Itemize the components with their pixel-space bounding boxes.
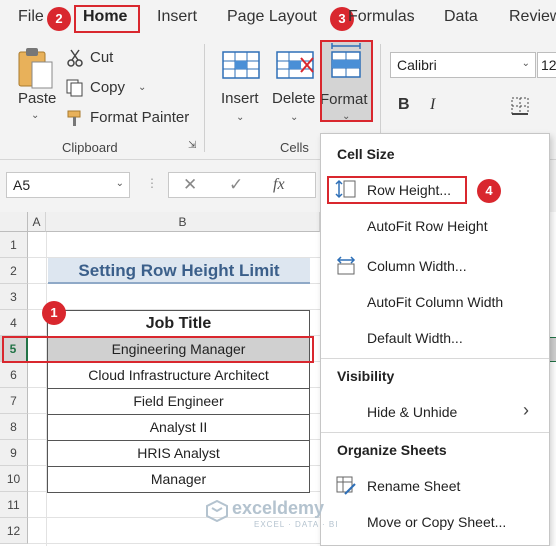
- paintbrush-icon: [67, 110, 81, 126]
- bold-button[interactable]: B: [398, 96, 410, 114]
- job-title-cell[interactable]: Manager: [47, 466, 310, 493]
- cancel-formula-icon[interactable]: ✕: [183, 175, 197, 195]
- scissors-icon: [67, 49, 83, 67]
- borders-icon[interactable]: [510, 96, 530, 116]
- insert-cells-button[interactable]: Insert ⌄: [218, 46, 264, 128]
- dialog-launcher-icon[interactable]: ⇲: [188, 140, 196, 151]
- enter-formula-icon[interactable]: ✓: [229, 175, 243, 195]
- name-box-value: A5: [13, 177, 31, 193]
- row-header[interactable]: 2: [0, 258, 28, 284]
- visibility-heading: Visibility: [337, 368, 395, 384]
- ribbon-tabs: File 2 Home Insert Page Layout 3 Formula…: [0, 0, 556, 38]
- insert-function-icon[interactable]: fx: [273, 176, 285, 194]
- paste-button[interactable]: Paste ⌄: [14, 46, 58, 126]
- insert-cells-icon: [222, 51, 260, 79]
- menu-item-default-width[interactable]: Default Width...: [367, 330, 463, 346]
- ribbon-separator: [204, 44, 205, 152]
- copy-chevron-icon[interactable]: ⌄: [138, 82, 146, 93]
- row-header[interactable]: 3: [0, 284, 28, 310]
- menu-item-row-height[interactable]: Row Height...: [367, 182, 451, 198]
- clipboard-icon: [18, 48, 53, 89]
- rename-sheet-icon: [336, 476, 356, 495]
- row-header[interactable]: 11: [0, 492, 28, 518]
- step-badge-4: 4: [477, 179, 501, 203]
- delete-chevron-icon: ⌄: [290, 112, 299, 123]
- cells-group-label: Cells: [280, 140, 309, 155]
- row-height-icon: [335, 179, 356, 199]
- row-5-highlight: [2, 336, 314, 363]
- font-size-select[interactable]: 12: [537, 52, 556, 78]
- step-badge-2: 2: [47, 7, 71, 31]
- font-name-chevron-icon: ⌄: [521, 58, 530, 69]
- job-title-header[interactable]: Job Title: [47, 310, 310, 337]
- cut-label: Cut: [90, 49, 114, 66]
- row-header[interactable]: 10: [0, 466, 28, 492]
- column-header-b[interactable]: B: [46, 212, 320, 232]
- paste-chevron-icon: ⌄: [31, 110, 40, 121]
- job-title-cell[interactable]: HRIS Analyst: [47, 440, 310, 467]
- name-box-chevron-icon: ⌄: [115, 178, 124, 189]
- format-painter-label: Format Painter: [90, 109, 190, 126]
- submenu-arrow-icon: ›: [523, 400, 529, 420]
- row-header[interactable]: 7: [0, 388, 28, 414]
- organize-sheets-heading: Organize Sheets: [337, 442, 447, 458]
- insert-cells-label: Insert: [221, 90, 259, 107]
- paste-label: Paste: [18, 90, 57, 107]
- select-all-corner[interactable]: [0, 212, 28, 232]
- tab-file[interactable]: File: [18, 8, 44, 26]
- menu-item-autofit-column-width[interactable]: AutoFit Column Width: [367, 294, 503, 310]
- menu-item-move-copy-sheet[interactable]: Move or Copy Sheet...: [367, 514, 506, 530]
- font-size-value: 12: [541, 57, 556, 73]
- menu-item-column-width[interactable]: Column Width...: [367, 258, 467, 274]
- copy-icon: [66, 79, 83, 97]
- job-title-cell[interactable]: Field Engineer: [47, 388, 310, 415]
- tab-page-layout[interactable]: Page Layout: [227, 8, 317, 26]
- tab-review[interactable]: Review: [509, 8, 556, 26]
- tab-formulas[interactable]: Formulas: [348, 8, 415, 26]
- copy-label: Copy: [90, 79, 126, 96]
- more-options-icon[interactable]: ⋮: [146, 176, 158, 190]
- row-header[interactable]: 9: [0, 440, 28, 466]
- menu-separator: [321, 432, 549, 433]
- row-header[interactable]: 8: [0, 414, 28, 440]
- watermark-brand: exceldemy: [232, 498, 325, 518]
- row-header[interactable]: 4: [0, 310, 28, 336]
- sheet-title[interactable]: Setting Row Height Limit: [48, 258, 310, 284]
- format-button-highlight: [320, 40, 373, 122]
- job-title-cell[interactable]: Analyst II: [47, 414, 310, 441]
- column-width-icon: [336, 256, 356, 275]
- column-header-a[interactable]: A: [28, 212, 46, 232]
- format-painter-button[interactable]: Format Painter: [66, 108, 192, 130]
- tab-data[interactable]: Data: [444, 8, 478, 26]
- job-title-cell[interactable]: Cloud Infrastructure Architect: [47, 362, 310, 389]
- tab-home[interactable]: Home: [83, 8, 127, 26]
- step-badge-1: 1: [42, 301, 66, 325]
- cell-size-heading: Cell Size: [337, 146, 395, 162]
- tab-insert[interactable]: Insert: [157, 8, 197, 26]
- grid-line: [28, 543, 320, 544]
- format-dropdown-menu: Cell Size Row Height... 4 AutoFit Row He…: [320, 133, 550, 546]
- exceldemy-logo-icon: [206, 500, 228, 522]
- menu-separator: [321, 358, 549, 359]
- name-box[interactable]: A5 ⌄: [6, 172, 130, 198]
- delete-cells-label: Delete: [272, 90, 316, 107]
- formula-buttons: ✕ ✓ fx: [168, 172, 316, 198]
- copy-button[interactable]: Copy ⌄: [66, 78, 156, 100]
- font-name-value: Calibri: [397, 57, 437, 73]
- clipboard-group-label: Clipboard: [62, 140, 118, 155]
- row-header[interactable]: 1: [0, 232, 28, 258]
- menu-item-rename-sheet[interactable]: Rename Sheet: [367, 478, 460, 494]
- row-header[interactable]: 12: [0, 518, 28, 544]
- insert-chevron-icon: ⌄: [236, 112, 245, 123]
- cut-button[interactable]: Cut: [66, 48, 136, 70]
- menu-item-autofit-row-height[interactable]: AutoFit Row Height: [367, 218, 488, 234]
- menu-item-hide-unhide[interactable]: Hide & Unhide: [367, 404, 457, 420]
- delete-cells-button[interactable]: Delete ⌄: [270, 46, 320, 128]
- row-header[interactable]: 6: [0, 362, 28, 388]
- watermark-tagline: EXCEL · DATA · BI: [254, 520, 339, 529]
- font-name-select[interactable]: Calibri ⌄: [390, 52, 536, 78]
- delete-cells-icon: [276, 51, 314, 79]
- italic-button[interactable]: I: [430, 96, 435, 114]
